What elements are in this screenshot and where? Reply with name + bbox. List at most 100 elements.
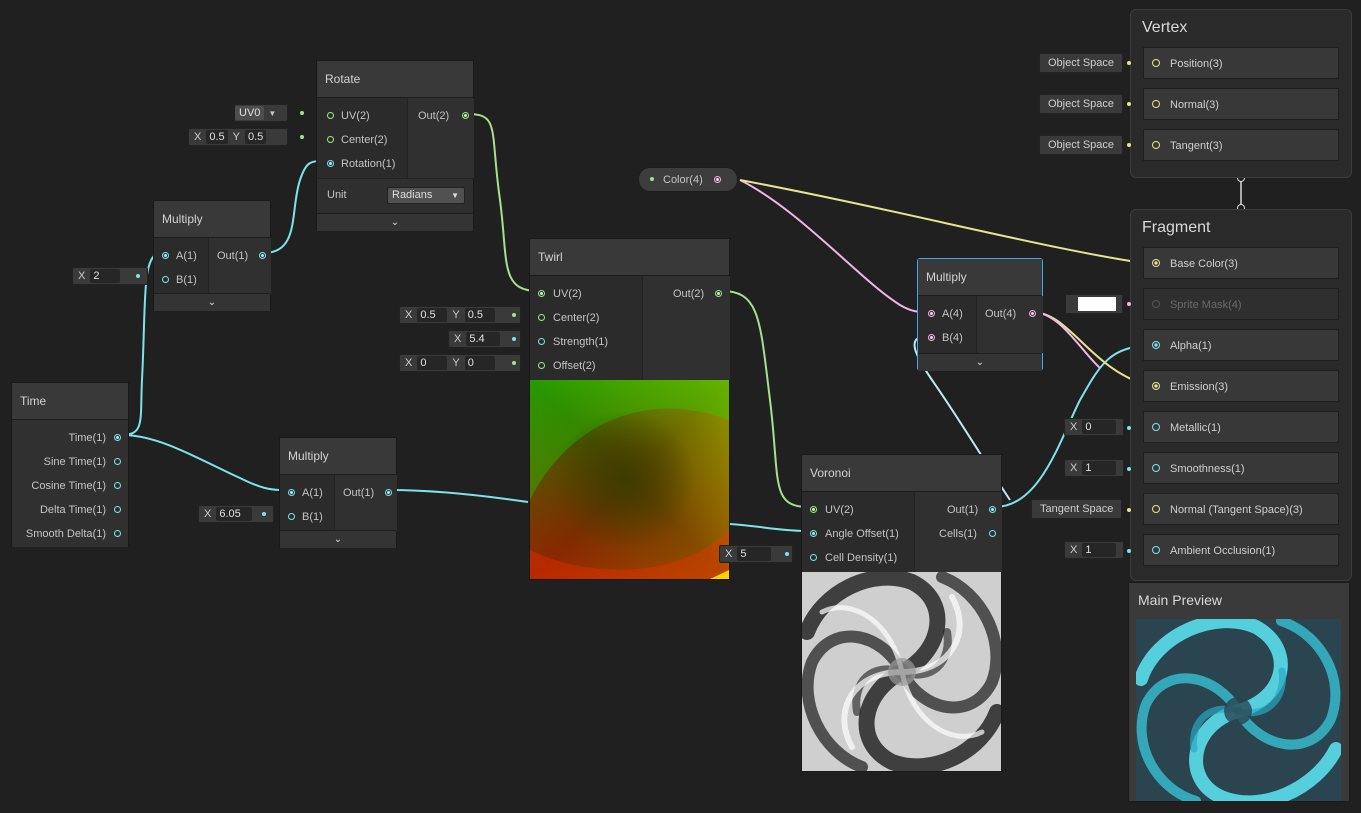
expand-chevron-icon[interactable]: ⌄ xyxy=(317,213,473,231)
twirl-in-center[interactable]: Center(2) xyxy=(536,306,599,330)
voronoi-preview-svg xyxy=(802,572,1001,771)
mul1-out-col: Out(1) xyxy=(208,238,271,294)
connector-dot xyxy=(512,337,516,341)
normal-space-field[interactable]: Tangent Space xyxy=(1031,499,1123,519)
twirl-in-strength[interactable]: Strength(1) xyxy=(536,330,608,354)
fragment-block-emission[interactable]: Emission(3) xyxy=(1143,370,1339,402)
ao-field[interactable]: X 1 xyxy=(1064,541,1124,559)
rotate-node[interactable]: Rotate UV(2) Center(2) Rotation(1) Out(2… xyxy=(316,60,474,231)
fragment-block-alpha[interactable]: Alpha(1) xyxy=(1143,329,1339,361)
y-value[interactable]: 0 xyxy=(464,356,495,370)
time-out-time[interactable]: Time(1) xyxy=(69,426,106,450)
mul1-in-b[interactable]: B(1) xyxy=(160,268,197,292)
rotate-in-uv[interactable]: UV(2) xyxy=(325,104,370,128)
rotate-center-field[interactable]: X 0.5 Y 0.5 xyxy=(188,128,288,146)
strength-value[interactable]: 5.4 xyxy=(466,332,501,346)
multiply-title: Multiply xyxy=(280,438,396,475)
sprite-mask-color-swatch[interactable] xyxy=(1065,294,1123,314)
twirl-strength-field[interactable]: X 5.4 xyxy=(448,330,521,348)
smoothness-value[interactable]: 1 xyxy=(1082,461,1117,475)
x-value[interactable]: 0.5 xyxy=(206,130,228,144)
multiply-node-1[interactable]: Multiply A(1) B(1) Out(1) ⌄ xyxy=(153,200,271,311)
port-icon xyxy=(928,334,935,341)
block-label: Emission(3) xyxy=(1170,381,1229,393)
time-out-cosine[interactable]: Cosine Time(1) xyxy=(31,474,106,498)
fragment-stack[interactable]: Fragment Base Color(3) Sprite Mask(4) Al… xyxy=(1130,209,1352,581)
mul3-out[interactable]: Out(4) xyxy=(985,302,1036,326)
port-icon xyxy=(715,290,722,297)
port-icon xyxy=(714,176,721,183)
x-value[interactable]: 0.5 xyxy=(417,308,448,322)
metallic-field[interactable]: X 0 xyxy=(1064,418,1124,436)
b-value[interactable]: 2 xyxy=(90,269,121,283)
expand-chevron-icon[interactable]: ⌄ xyxy=(280,530,396,548)
unit-dropdown[interactable]: Radians ▼ xyxy=(387,187,465,204)
port-label: UV(2) xyxy=(553,288,582,300)
fragment-block-smoothness[interactable]: Smoothness(1) xyxy=(1143,452,1339,484)
vertex-stack[interactable]: Vertex Position(3) Normal(3) Tangent(3) xyxy=(1130,9,1352,178)
expand-chevron-icon[interactable]: ⌄ xyxy=(918,353,1042,371)
mul2-in-b[interactable]: B(1) xyxy=(286,505,323,529)
port-icon xyxy=(810,506,817,513)
vertex-block-normal[interactable]: Normal(3) xyxy=(1143,88,1339,120)
metallic-value[interactable]: 0 xyxy=(1082,420,1117,434)
vertex-normal-space[interactable]: Object Space xyxy=(1039,94,1124,114)
multiply-node-3[interactable]: Multiply A(4) B(4) Out(4) ⌄ xyxy=(917,258,1043,371)
mul2-out[interactable]: Out(1) xyxy=(343,481,392,505)
port-label: Cosine Time(1) xyxy=(31,480,106,492)
main-preview-panel[interactable]: Main Preview xyxy=(1128,582,1350,802)
fragment-block-basecolor[interactable]: Base Color(3) xyxy=(1143,247,1339,279)
port-icon xyxy=(538,338,545,345)
vertex-block-position[interactable]: Position(3) xyxy=(1143,47,1339,79)
mul3-in-a[interactable]: A(4) xyxy=(924,302,963,326)
y-value[interactable]: 0.5 xyxy=(244,130,267,144)
voronoi-out-cells[interactable]: Cells(1) xyxy=(939,522,996,546)
twirl-node[interactable]: Twirl UV(2) Center(2) Strength(1) Offset… xyxy=(529,238,730,580)
multiply-title: Multiply xyxy=(154,201,270,238)
rotate-out[interactable]: Out(2) xyxy=(418,104,469,128)
time-out-smooth[interactable]: Smooth Delta(1) xyxy=(26,522,106,546)
color-property-node[interactable]: Color(4) xyxy=(638,167,738,192)
x-value[interactable]: 0 xyxy=(417,356,448,370)
density-value[interactable]: 5 xyxy=(737,547,772,561)
rotate-in-center[interactable]: Center(2) xyxy=(325,128,387,152)
fragment-block-metallic[interactable]: Metallic(1) xyxy=(1143,411,1339,443)
voronoi-node[interactable]: Voronoi UV(2) Angle Offset(1) Cell Densi… xyxy=(801,454,1002,772)
mul1-in-a[interactable]: A(1) xyxy=(160,244,197,268)
main-preview-image[interactable] xyxy=(1136,619,1341,801)
twirl-in-offset[interactable]: Offset(2) xyxy=(536,354,596,378)
wire-twirl-to-voronoi xyxy=(721,290,809,508)
expand-chevron-icon[interactable]: ⌄ xyxy=(154,293,270,311)
connector-dot xyxy=(1127,302,1131,306)
ao-value[interactable]: 1 xyxy=(1082,543,1117,557)
voronoi-in-uv[interactable]: UV(2) xyxy=(808,498,854,522)
time-out-delta[interactable]: Delta Time(1) xyxy=(40,498,106,522)
mul3-in-b[interactable]: B(4) xyxy=(924,326,963,350)
twirl-out[interactable]: Out(2) xyxy=(673,282,722,306)
rotate-in-rotation[interactable]: Rotation(1) xyxy=(325,152,395,176)
multiply-node-2[interactable]: Multiply A(1) B(1) Out(1) ⌄ xyxy=(279,437,397,548)
time-node[interactable]: Time Time(1) Sine Time(1) Cosine Time(1)… xyxy=(11,382,129,547)
smoothness-field[interactable]: X 1 xyxy=(1064,459,1124,477)
b-value[interactable]: 6.05 xyxy=(216,507,253,521)
voronoi-in-angle[interactable]: Angle Offset(1) xyxy=(808,522,899,546)
mul1-out[interactable]: Out(1) xyxy=(217,244,266,268)
voronoi-in-density[interactable]: Cell Density(1) xyxy=(808,546,897,570)
vertex-block-tangent[interactable]: Tangent(3) xyxy=(1143,129,1339,161)
port-icon xyxy=(1152,382,1160,390)
rotate-uv-dropdown[interactable]: UV0 ▼ xyxy=(234,104,288,122)
twirl-offset-field[interactable]: X 0 Y 0 xyxy=(399,354,521,372)
mul2-in-a[interactable]: A(1) xyxy=(286,481,323,505)
fragment-block-normal[interactable]: Normal (Tangent Space)(3) xyxy=(1143,493,1339,525)
vertex-position-space[interactable]: Object Space xyxy=(1039,53,1124,73)
port-icon xyxy=(327,136,334,143)
fragment-block-ao[interactable]: Ambient Occlusion(1) xyxy=(1143,534,1339,566)
vertex-tangent-space[interactable]: Object Space xyxy=(1039,135,1124,155)
twirl-in-uv[interactable]: UV(2) xyxy=(536,282,582,306)
voronoi-density-field[interactable]: X 5 xyxy=(719,545,793,563)
y-value[interactable]: 0.5 xyxy=(464,308,495,322)
fragment-block-spritemask[interactable]: Sprite Mask(4) xyxy=(1143,288,1339,320)
twirl-center-field[interactable]: X 0.5 Y 0.5 xyxy=(399,306,521,324)
time-out-sine[interactable]: Sine Time(1) xyxy=(44,450,106,474)
voronoi-out-out[interactable]: Out(1) xyxy=(947,498,996,522)
